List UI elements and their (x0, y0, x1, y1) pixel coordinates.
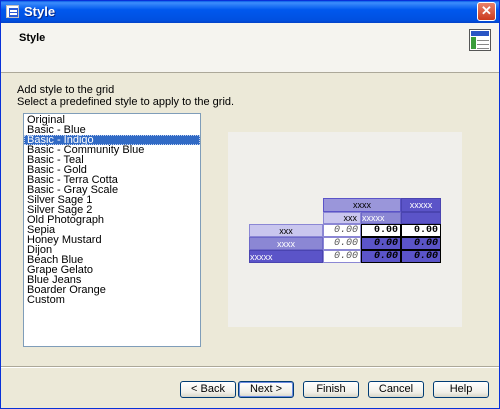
window-app-icon (6, 5, 19, 18)
style-dialog: Style ✕ Style Add style to the grid Sele… (0, 0, 500, 409)
preview-cell: 0.00 (361, 237, 401, 250)
preview-col-header-top: xxxx (323, 198, 401, 212)
preview-row-header: xxxx (249, 237, 323, 250)
style-list-items: Original Basic - Blue Basic - Indigo Basic … (24, 114, 200, 306)
help-button[interactable]: Help (433, 381, 489, 398)
style-list-item[interactable]: Custom (24, 295, 200, 306)
preview-col-header-sub-2: xxxxx (361, 212, 401, 224)
page-title: Style (19, 32, 46, 44)
preview-row-header: xxxxx (249, 250, 323, 263)
style-listbox[interactable]: Original Basic - Blue Basic - Indigo Basic … (23, 113, 201, 347)
close-button[interactable]: ✕ (477, 2, 496, 21)
preview-cell: 0.00 (323, 224, 361, 237)
preview-col-header-sub-1: xxx (323, 212, 361, 224)
window-title: Style (24, 4, 56, 19)
preview-header-blank (401, 212, 441, 224)
cancel-button[interactable]: Cancel (368, 381, 424, 398)
next-button[interactable]: Next > (238, 381, 294, 398)
title-bar[interactable]: Style ✕ (1, 1, 499, 23)
preview-cell: 0.00 (323, 250, 361, 263)
preview-cell: 0.00 (323, 237, 361, 250)
back-button[interactable]: < Back (180, 381, 236, 398)
header-band: Style (1, 23, 499, 73)
preview-row-header: xxx (249, 224, 323, 237)
footer-separator (1, 366, 499, 368)
preview-cell: 0.00 (361, 250, 401, 263)
grid-style-icon (469, 29, 491, 51)
style-preview-panel: xxxx xxxxx xxx xxxxx xxx 0.00 0.00 0.00 … (228, 132, 462, 327)
preview-cell: 0.00 (401, 237, 441, 250)
instruction-text: Select a predefined style to apply to th… (17, 96, 235, 108)
finish-button[interactable]: Finish (303, 381, 359, 398)
instruction-heading: Add style to the grid (17, 84, 115, 96)
preview-col-header-top-right: xxxxx (401, 198, 441, 212)
preview-cell: 0.00 (361, 224, 401, 237)
preview-cell: 0.00 (401, 224, 441, 237)
preview-cell: 0.00 (401, 250, 441, 263)
